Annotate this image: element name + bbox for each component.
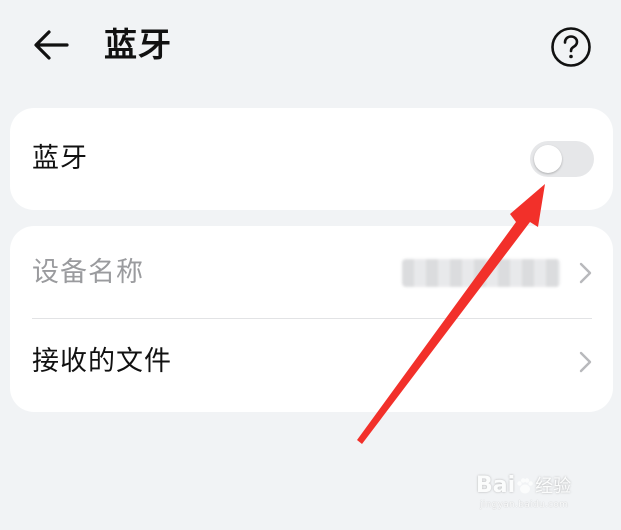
watermark-suffix: 经验: [535, 476, 572, 497]
watermark-url: jingyan.baidu.com: [480, 500, 569, 510]
app-header: 蓝牙: [0, 0, 621, 92]
back-button[interactable]: [28, 24, 74, 66]
arrow-left-icon: [34, 30, 69, 60]
page-title: 蓝牙: [104, 25, 172, 64]
baidu-watermark: Bai 经验 jingyan.baidu.com: [476, 470, 606, 520]
bluetooth-card: 蓝牙: [10, 108, 613, 210]
settings-list-card: 设备名称 接收的文件: [10, 226, 613, 412]
chevron-right-icon: [579, 262, 592, 284]
received-files-label: 接收的文件: [32, 346, 172, 377]
chevron-right-icon: [579, 351, 592, 373]
list-item-received-files[interactable]: 接收的文件: [10, 319, 613, 411]
bluetooth-label: 蓝牙: [32, 143, 88, 174]
paw-icon: [517, 478, 533, 494]
bluetooth-toggle[interactable]: [530, 141, 594, 177]
list-item-device-name[interactable]: 设备名称: [10, 226, 613, 318]
help-button[interactable]: [548, 24, 594, 70]
device-name-value-redacted: [402, 259, 560, 287]
device-name-label: 设备名称: [32, 257, 144, 288]
watermark-brand: Bai: [476, 473, 516, 498]
toggle-knob: [534, 145, 562, 173]
help-circle-icon: [551, 27, 591, 67]
